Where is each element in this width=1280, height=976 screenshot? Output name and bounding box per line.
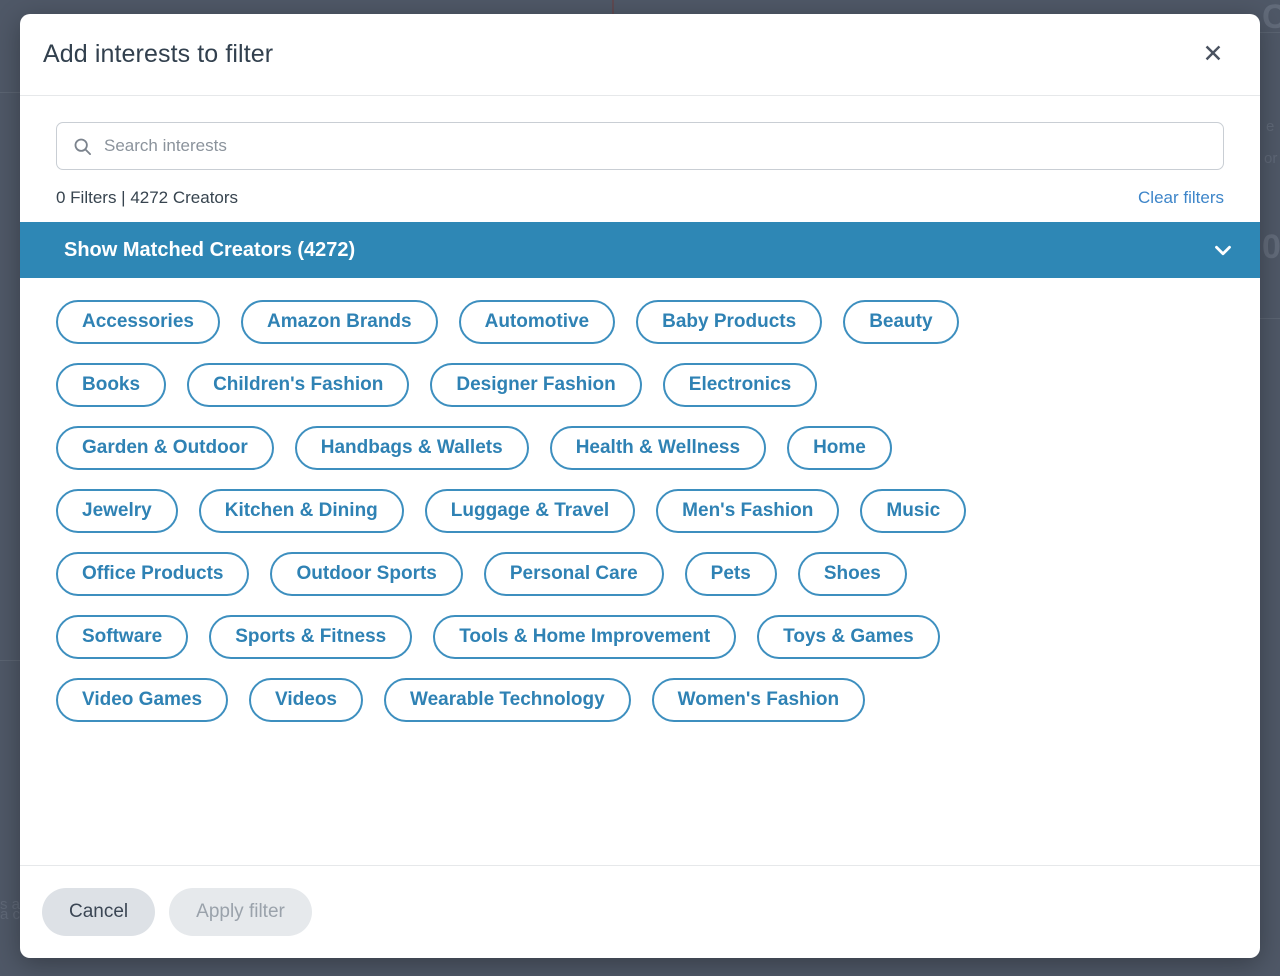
interest-chip-row: Software Sports & Fitness Tools & Home Imp… (56, 615, 1224, 659)
interest-chip[interactable]: Jewelry (56, 489, 178, 533)
interest-chip-row: Video Games Videos Wearable Technology Wome… (56, 678, 1224, 722)
page-title: Add interests to filter (43, 40, 274, 68)
interest-chip-row: Garden & Outdoor Handbags & Wallets Health… (56, 426, 1224, 470)
interest-chip[interactable]: Automotive (458, 300, 616, 344)
interest-chip[interactable]: Accessories (56, 300, 220, 344)
interest-chip[interactable]: Home (787, 426, 892, 470)
interest-chip[interactable]: Luggage & Travel (424, 489, 636, 533)
interest-chip[interactable]: Baby Products (636, 300, 823, 344)
interest-chip[interactable]: Children's Fashion (187, 363, 410, 407)
modal-header: Add interests to filter ✕ (20, 14, 1260, 96)
chevron-down-icon[interactable] (1210, 237, 1236, 263)
interest-chips-area: Accessories Amazon Brands Automotive Baby P… (20, 278, 1260, 865)
background-divider (0, 92, 20, 93)
search-box[interactable] (56, 122, 1224, 170)
interest-chip[interactable]: Designer Fashion (430, 363, 642, 407)
filter-status-text: 0 Filters | 4272 Creators (56, 188, 239, 207)
apply-filter-button[interactable]: Apply filter (169, 888, 312, 936)
interest-chip[interactable]: Health & Wellness (549, 426, 767, 470)
interest-chip[interactable]: Beauty (843, 300, 959, 344)
interest-chip-row: Books Children's Fashion Designer Fashion E… (56, 363, 1224, 407)
background-divider (0, 660, 20, 661)
add-interests-modal: Add interests to filter ✕ 0 Filters | 42… (20, 14, 1260, 958)
interest-chip-row: Jewelry Kitchen & Dining Luggage & Travel M… (56, 489, 1224, 533)
interest-chip[interactable]: Handbags & Wallets (294, 426, 529, 470)
interest-chip[interactable]: Shoes (797, 552, 907, 596)
interest-chip[interactable]: Pets (684, 552, 777, 596)
modal-footer: Cancel Apply filter (20, 865, 1260, 958)
search-section (20, 96, 1260, 170)
background-fragment: or (1264, 150, 1278, 167)
interest-chip[interactable]: Electronics (662, 363, 818, 407)
interest-chip[interactable]: Amazon Brands (240, 300, 438, 344)
background-rule (612, 0, 614, 14)
interest-chip[interactable]: Garden & Outdoor (56, 426, 274, 470)
background-fragment: 0 (1262, 228, 1280, 266)
interest-chip-row: Accessories Amazon Brands Automotive Baby P… (56, 300, 1224, 344)
interest-chip[interactable]: Office Products (56, 552, 250, 596)
background-fragment: e (1266, 118, 1275, 135)
close-icon[interactable]: ✕ (1196, 38, 1230, 72)
interest-chip[interactable]: Software (56, 615, 189, 659)
interest-chip[interactable]: Toys & Games (757, 615, 940, 659)
interest-chip[interactable]: Women's Fashion (651, 678, 866, 722)
cancel-button[interactable]: Cancel (42, 888, 156, 936)
modal-body: 0 Filters | 4272 Creators Clear filters … (20, 96, 1260, 865)
status-row: 0 Filters | 4272 Creators Clear filters (20, 170, 1260, 222)
interest-chip[interactable]: Video Games (56, 678, 229, 722)
interest-chip[interactable]: Personal Care (483, 552, 664, 596)
interest-chip[interactable]: Wearable Technology (384, 678, 631, 722)
accordion-label: Show Matched Creators (4272) (64, 238, 356, 261)
search-input[interactable] (104, 136, 1223, 156)
interest-chip[interactable]: Outdoor Sports (270, 552, 463, 596)
interest-chip[interactable]: Men's Fashion (656, 489, 840, 533)
interest-chip[interactable]: Videos (249, 678, 364, 722)
search-icon (73, 137, 92, 156)
background-fragment: a c (0, 906, 21, 923)
interest-chip-row: Office Products Outdoor Sports Personal Ca… (56, 552, 1224, 596)
interest-chip[interactable]: Kitchen & Dining (198, 489, 404, 533)
show-matched-creators-accordion[interactable]: Show Matched Creators (4272) (20, 222, 1260, 278)
interest-chip[interactable]: Music (860, 489, 967, 533)
interest-chip[interactable]: Sports & Fitness (209, 615, 413, 659)
background-fragment: Ca (1262, 0, 1280, 36)
clear-filters-button[interactable]: Clear filters (1138, 188, 1224, 208)
interest-chip[interactable]: Tools & Home Improvement (433, 615, 737, 659)
interest-chip[interactable]: Books (56, 363, 167, 407)
background-divider (1260, 318, 1280, 319)
